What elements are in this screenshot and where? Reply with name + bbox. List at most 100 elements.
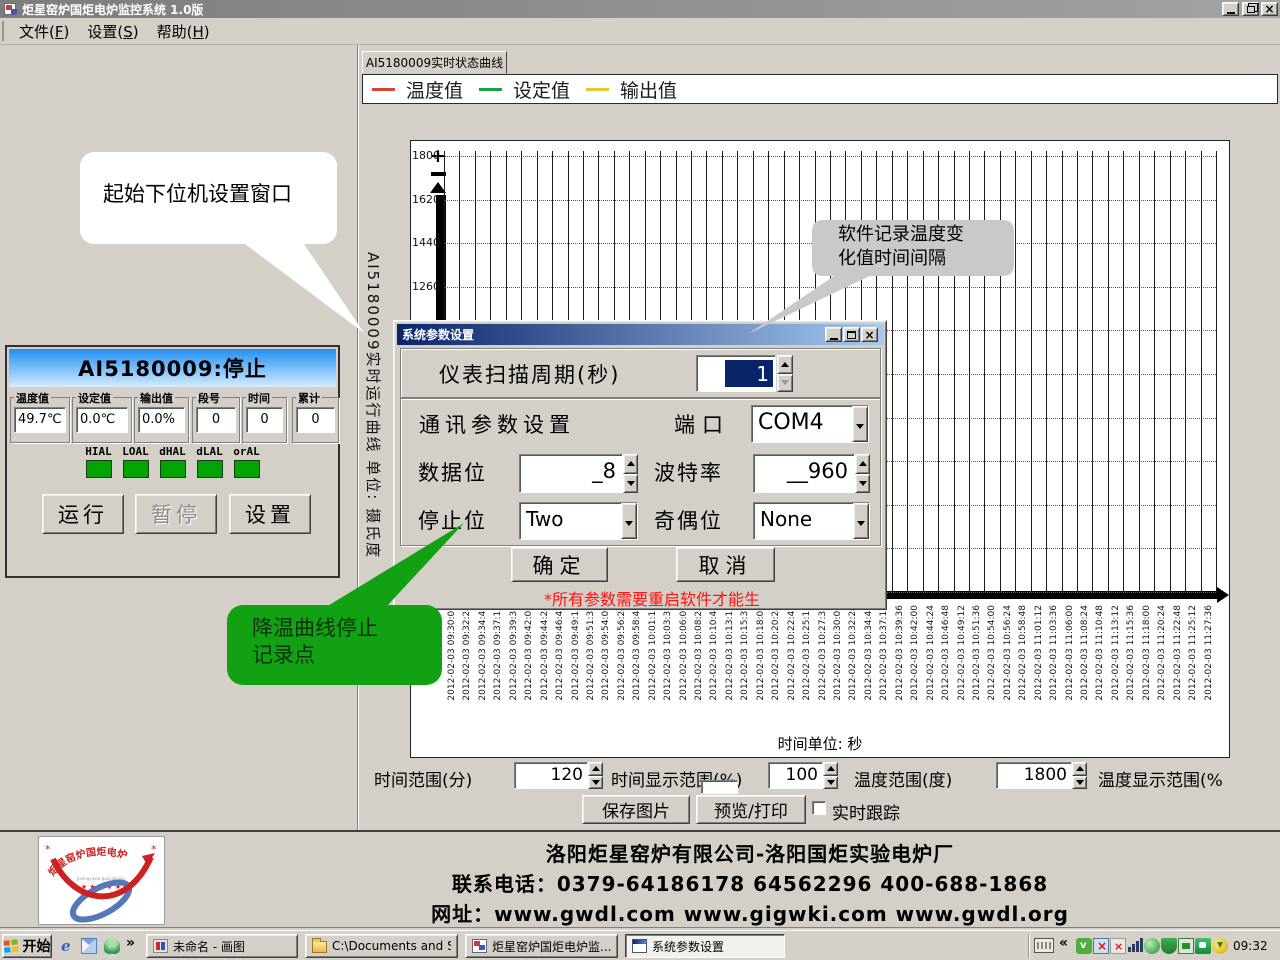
x-tick-label: 2012-02-03 10:18:00 — [753, 603, 769, 715]
x-tick-text: 2012-02-03 10:56:24 — [1002, 605, 1014, 701]
alarm-indicator: LOAL — [122, 445, 149, 478]
v-gridline — [907, 151, 908, 592]
tab-realtime-curve[interactable]: AI5180009实时状态曲线 — [362, 51, 507, 74]
databits-spinner[interactable] — [623, 454, 638, 493]
task-button[interactable]: 系统参数设置 — [625, 934, 785, 958]
menu-item-label: ) — [133, 23, 139, 41]
close-button[interactable]: × — [1261, 2, 1278, 16]
x-tick-label: 2012-02-03 10:20:24 — [768, 603, 784, 715]
task-button[interactable]: 未命名 - 画图 — [146, 934, 298, 958]
minimize-icon — [1227, 12, 1235, 14]
y-tick-label: 1440 — [412, 236, 439, 249]
menu-items: 文件(F)设置(S)帮助(H) — [10, 18, 219, 45]
msn-messenger-icon[interactable] — [104, 938, 120, 954]
task-button[interactable]: C:\Documents and Se... — [305, 934, 458, 958]
spin-up-icon[interactable] — [855, 454, 870, 474]
graphics-icon[interactable] — [1144, 938, 1160, 954]
cancel-button[interactable]: 取消 — [676, 547, 775, 582]
setup-button[interactable]: 设置 — [229, 494, 311, 534]
stopbits-combobox[interactable]: Two — [519, 502, 638, 540]
spin-down-icon[interactable] — [1072, 776, 1087, 790]
status-field-group: 累计0 — [292, 397, 339, 443]
scan-period-spinner[interactable] — [777, 355, 793, 392]
scan-period-input[interactable]: 1 — [696, 355, 776, 392]
messenger-icon[interactable] — [1195, 938, 1211, 954]
status-field-group: 温度值49.7℃ — [10, 397, 70, 443]
signal-strength-icon[interactable] — [1127, 938, 1143, 954]
callout-start-window: 起始下位机设置窗口 — [80, 152, 337, 244]
dropdown-icon[interactable] — [852, 406, 868, 442]
status-field-value: 0.0% — [138, 407, 185, 433]
download-icon[interactable] — [1212, 938, 1228, 954]
x-axis-labels: 2012-02-03 09:30:002012-02-03 09:32:2420… — [444, 603, 1216, 715]
spin-down-icon[interactable] — [623, 474, 638, 494]
time-range-input[interactable]: 120 — [514, 762, 588, 789]
menu-item-s[interactable]: 设置(S) — [78, 18, 147, 45]
spin-down-icon[interactable] — [777, 374, 793, 393]
task-button[interactable]: 炬星窑炉国炬电炉监... — [465, 934, 618, 958]
status-field-value: 0 — [196, 407, 236, 433]
x-tick-text: 2012-02-03 09:56:24 — [616, 605, 628, 701]
keyboard-icon[interactable] — [1034, 938, 1054, 953]
save-image-button[interactable]: 保存图片 — [582, 795, 690, 824]
callout-text: 降温曲线停止 — [252, 615, 442, 642]
databits-input[interactable]: _8 — [519, 454, 623, 493]
status-field-group: 输出值0.0% — [134, 397, 189, 443]
menu-item-h[interactable]: 帮助(H) — [148, 18, 219, 45]
window-title: 炬星窑炉国炬电炉监控系统 1.0版 — [22, 1, 203, 18]
time-display-spinner[interactable] — [823, 762, 838, 789]
x-tick-text: 2012-02-03 10:42:00 — [909, 605, 921, 701]
x-tick-text: 2012-02-03 11:10:48 — [1094, 605, 1106, 701]
tray-divider — [1028, 934, 1030, 958]
x-tick-label: 2012-02-03 09:54:00 — [598, 603, 614, 715]
antivirus-icon[interactable] — [1076, 938, 1092, 954]
spin-up-icon[interactable] — [823, 762, 838, 776]
ie-icon[interactable] — [58, 938, 74, 954]
baud-input[interactable]: __960 — [753, 454, 855, 493]
restore-button[interactable] — [1242, 2, 1259, 16]
network-offline-icon[interactable] — [1093, 938, 1109, 954]
menu-item-f[interactable]: 文件(F) — [10, 18, 78, 45]
dropdown-icon[interactable] — [853, 503, 869, 539]
footer: * * 炬星窑炉国炬电炉 Juxingyaolu-guojudianlu ★ ★… — [0, 832, 1280, 928]
time-display-input[interactable]: 100 — [768, 762, 823, 789]
volume-muted-icon[interactable] — [1110, 938, 1126, 954]
temp-range-input[interactable]: 1800 — [996, 762, 1072, 789]
tray-chevron-icon[interactable]: « — [1059, 935, 1068, 951]
baud-spinner[interactable] — [855, 454, 870, 493]
spin-down-icon[interactable] — [855, 474, 870, 494]
outlook-express-icon[interactable] — [81, 938, 97, 954]
spin-down-icon[interactable] — [823, 776, 838, 790]
alarm-label: dLAL — [196, 445, 223, 458]
ok-button[interactable]: 确定 — [511, 547, 608, 582]
spin-up-icon[interactable] — [623, 454, 638, 474]
x-tick-label: 2012-02-03 10:01:12 — [645, 603, 661, 715]
status-fields: 温度值49.7℃设定值0.0℃输出值0.0%段号0时间0累计0 — [7, 397, 342, 443]
spin-down-icon[interactable] — [588, 776, 603, 790]
start-button[interactable]: 开始 — [2, 934, 52, 958]
spin-up-icon[interactable] — [777, 355, 793, 374]
minimize-button[interactable] — [1222, 2, 1239, 16]
dropdown-icon[interactable] — [621, 503, 637, 539]
preview-print-button[interactable]: 预览/打印 — [696, 795, 806, 824]
spin-up-icon[interactable] — [1072, 762, 1087, 776]
parity-combobox[interactable]: None — [753, 502, 870, 540]
realtime-track-checkbox[interactable] — [812, 801, 826, 815]
spin-up-icon[interactable] — [588, 762, 603, 776]
pause-button[interactable]: 暂停 — [135, 494, 217, 534]
comm-settings-label: 通讯参数设置 — [419, 409, 575, 439]
legend-item: 温度值 — [372, 76, 463, 103]
status-field-value: 0 — [246, 407, 283, 433]
legend-dash-icon — [586, 88, 609, 91]
legend-dash-icon — [372, 88, 395, 91]
callout-stop-point: 降温曲线停止 记录点 — [227, 605, 442, 685]
power-icon[interactable] — [1178, 938, 1194, 954]
security-shield-icon[interactable] — [1161, 938, 1177, 954]
temp-range-spinner[interactable] — [1072, 762, 1087, 789]
run-button[interactable]: 运行 — [42, 494, 124, 534]
status-field-group: 时间0 — [242, 397, 287, 443]
x-tick-label: 2012-02-03 10:56:24 — [1000, 603, 1016, 715]
quick-launch-chevron-icon[interactable]: » — [126, 935, 135, 951]
time-range-spinner[interactable] — [588, 762, 603, 789]
port-combobox[interactable]: COM4 — [751, 405, 869, 443]
